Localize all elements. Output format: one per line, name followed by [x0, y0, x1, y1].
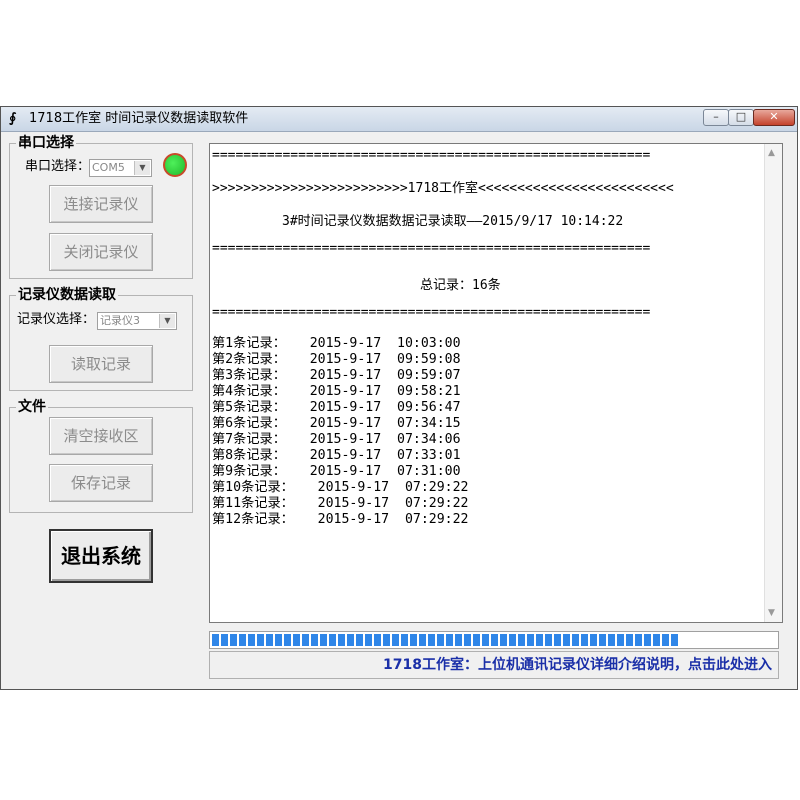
window-title: 1718工作室 时间记录仪数据读取软件	[29, 111, 249, 126]
record-row: 第8条记录： 2015-9-17 07:33:01	[212, 448, 461, 463]
progress-bar	[209, 631, 779, 649]
app-icon: ∮	[9, 111, 17, 126]
serial-group-title: 串口选择	[16, 135, 76, 151]
record-row: 第4条记录： 2015-9-17 09:58:21	[212, 384, 461, 399]
scroll-up-icon[interactable]: ▲	[768, 148, 775, 158]
receive-textarea[interactable]: ========================================…	[209, 143, 783, 623]
separator-line: ========================================…	[212, 241, 651, 256]
record-row: 第2条记录： 2015-9-17 09:59:08	[212, 352, 461, 367]
chevron-down-icon[interactable]: ▼	[159, 314, 175, 328]
close-device-button[interactable]: 关闭记录仪	[49, 233, 153, 271]
port-select-value: COM5	[92, 161, 125, 174]
record-row: 第1条记录： 2015-9-17 10:03:00	[212, 336, 461, 351]
device-label: 记录仪选择：	[17, 312, 96, 327]
connection-status-indicator	[163, 153, 187, 177]
vertical-scrollbar[interactable]: ▲ ▼	[764, 144, 782, 622]
header-line: 3#时间记录仪数据数据记录读取——2015/9/17 10:14:22	[282, 214, 624, 229]
port-label: 串口选择：	[25, 159, 91, 174]
record-row: 第12条记录： 2015-9-17 07:29:22	[212, 512, 469, 527]
connect-device-button[interactable]: 连接记录仪	[49, 185, 153, 223]
device-select[interactable]: 记录仪3 ▼	[97, 312, 177, 330]
record-row: 第9条记录： 2015-9-17 07:31:00	[212, 464, 461, 479]
exit-system-button[interactable]: 退出系统	[49, 529, 153, 583]
record-row: 第7条记录： 2015-9-17 07:34:06	[212, 432, 461, 447]
clear-receive-button[interactable]: 清空接收区	[49, 417, 153, 455]
total-line: 总记录：16条	[420, 278, 501, 293]
port-select[interactable]: COM5 ▼	[89, 159, 152, 177]
record-row: 第11条记录： 2015-9-17 07:29:22	[212, 496, 469, 511]
scroll-down-icon[interactable]: ▼	[768, 608, 775, 618]
separator-line: ========================================…	[212, 148, 651, 163]
progress-fill	[212, 634, 681, 646]
info-link[interactable]: 1718工作室：上位机通讯记录仪详细介绍说明，点击此处进入	[383, 656, 772, 674]
close-button[interactable]: ✕	[753, 109, 795, 126]
device-select-value: 记录仪3	[100, 314, 140, 327]
read-records-button[interactable]: 读取记录	[49, 345, 153, 383]
record-row: 第6条记录： 2015-9-17 07:34:15	[212, 416, 461, 431]
banner-line: >>>>>>>>>>>>>>>>>>>>>>>>>1718工作室<<<<<<<<…	[212, 181, 674, 196]
record-row: 第3条记录： 2015-9-17 09:59:07	[212, 368, 461, 383]
read-group-title: 记录仪数据读取	[16, 287, 118, 303]
file-group-title: 文件	[16, 399, 48, 415]
title-bar[interactable]: ∮ 1718工作室 时间记录仪数据读取软件 – □ ✕	[1, 107, 797, 132]
save-records-button[interactable]: 保存记录	[49, 464, 153, 502]
minimize-button[interactable]: –	[703, 109, 729, 126]
maximize-button[interactable]: □	[728, 109, 754, 126]
chevron-down-icon[interactable]: ▼	[134, 161, 150, 175]
record-row: 第5条记录： 2015-9-17 09:56:47	[212, 400, 461, 415]
record-row: 第10条记录： 2015-9-17 07:29:22	[212, 480, 469, 495]
info-link-bar: 1718工作室：上位机通讯记录仪详细介绍说明，点击此处进入	[209, 651, 779, 679]
record-list: 第1条记录： 2015-9-17 10:03:00 第2条记录： 2015-9-1…	[212, 336, 469, 528]
separator-line: ========================================…	[212, 305, 651, 320]
app-window: ∮ 1718工作室 时间记录仪数据读取软件 – □ ✕ 串口选择 串口选择： C…	[0, 106, 798, 690]
